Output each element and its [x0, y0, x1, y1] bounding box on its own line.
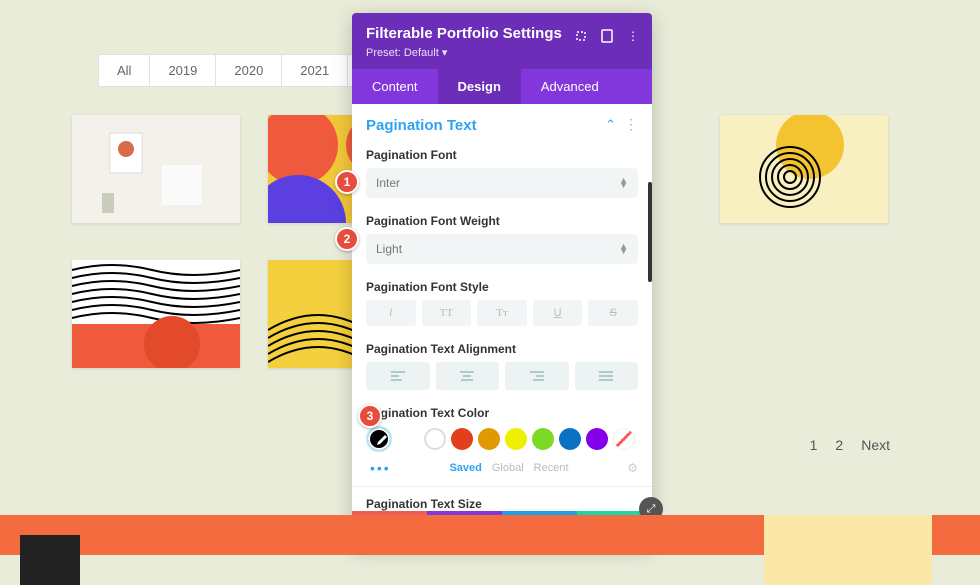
- tab-advanced[interactable]: Advanced: [521, 69, 619, 104]
- settings-modal: Filterable Portfolio Settings Preset: De…: [352, 13, 652, 547]
- color-picker-button[interactable]: [366, 426, 392, 452]
- color-tab-global[interactable]: Global: [492, 462, 524, 474]
- select-arrows-icon: ▲▼: [619, 244, 628, 254]
- pagination: 1 2 Next: [810, 437, 890, 453]
- page-link-1[interactable]: 1: [810, 437, 818, 453]
- hover-icon[interactable]: [574, 29, 588, 43]
- color-swatch[interactable]: [559, 428, 581, 450]
- tab-design[interactable]: Design: [438, 69, 521, 104]
- footer-thumb-left: [20, 535, 80, 585]
- modal-body: Pagination Text ⌃ ⋮ Pagination Font Inter…: [352, 104, 652, 511]
- align-left-button[interactable]: [366, 362, 430, 390]
- font-select[interactable]: Inter ▲▼: [366, 168, 638, 198]
- callout-badge-1: 1: [335, 170, 359, 194]
- portfolio-item[interactable]: [720, 115, 888, 223]
- modal-tabs: Content Design Advanced: [352, 69, 652, 104]
- footer-thumb: [764, 515, 932, 585]
- strikethrough-button[interactable]: S: [588, 300, 638, 326]
- callout-badge-2: 2: [335, 227, 359, 251]
- filter-tab-2020[interactable]: 2020: [216, 55, 282, 86]
- preset-dropdown[interactable]: Preset: Default ▾: [366, 46, 638, 59]
- color-swatch-none[interactable]: [613, 428, 635, 450]
- color-swatch[interactable]: [397, 428, 419, 450]
- responsive-icon[interactable]: [600, 29, 614, 43]
- modal-header[interactable]: Filterable Portfolio Settings Preset: De…: [352, 13, 652, 69]
- weight-select[interactable]: Light ▲▼: [366, 234, 638, 264]
- color-label: Pagination Text Color: [366, 406, 638, 420]
- color-swatch[interactable]: [478, 428, 500, 450]
- color-swatch[interactable]: [424, 428, 446, 450]
- smallcaps-button[interactable]: Tᴛ: [477, 300, 527, 326]
- color-swatch[interactable]: [451, 428, 473, 450]
- italic-button[interactable]: I: [366, 300, 416, 326]
- text-size-label: Pagination Text Size: [352, 486, 652, 511]
- collapse-icon[interactable]: ⌃: [605, 117, 616, 132]
- section-title[interactable]: Pagination Text: [366, 117, 477, 134]
- section-menu-icon[interactable]: ⋮: [624, 116, 638, 132]
- filter-tab-all[interactable]: All: [99, 55, 150, 86]
- select-arrows-icon: ▲▼: [619, 178, 628, 188]
- filter-tab-2021[interactable]: 2021: [282, 55, 348, 86]
- color-swatch[interactable]: [586, 428, 608, 450]
- style-label: Pagination Font Style: [366, 280, 638, 294]
- align-center-button[interactable]: [436, 362, 500, 390]
- menu-dots-icon[interactable]: ⋮: [626, 29, 640, 43]
- uppercase-button[interactable]: TT: [422, 300, 472, 326]
- weight-label: Pagination Font Weight: [366, 214, 638, 228]
- page-link-2[interactable]: 2: [835, 437, 843, 453]
- tab-content[interactable]: Content: [352, 69, 438, 104]
- portfolio-item[interactable]: [72, 115, 240, 223]
- color-swatch[interactable]: [505, 428, 527, 450]
- align-justify-button[interactable]: [575, 362, 639, 390]
- portfolio-item[interactable]: [72, 260, 240, 368]
- underline-button[interactable]: U: [533, 300, 583, 326]
- page-link-next[interactable]: Next: [861, 437, 890, 453]
- chevron-down-icon: ▾: [442, 47, 448, 59]
- filter-tab-2019[interactable]: 2019: [150, 55, 216, 86]
- callout-badge-3: 3: [358, 404, 382, 428]
- color-tab-saved[interactable]: Saved: [449, 462, 481, 474]
- gear-icon[interactable]: ⚙: [627, 461, 638, 475]
- color-swatch[interactable]: [532, 428, 554, 450]
- more-colors-icon[interactable]: •••: [370, 460, 391, 476]
- align-right-button[interactable]: [505, 362, 569, 390]
- color-tab-recent[interactable]: Recent: [534, 462, 569, 474]
- alignment-label: Pagination Text Alignment: [366, 342, 638, 356]
- scrollbar-thumb[interactable]: [648, 182, 652, 282]
- font-label: Pagination Font: [366, 148, 638, 162]
